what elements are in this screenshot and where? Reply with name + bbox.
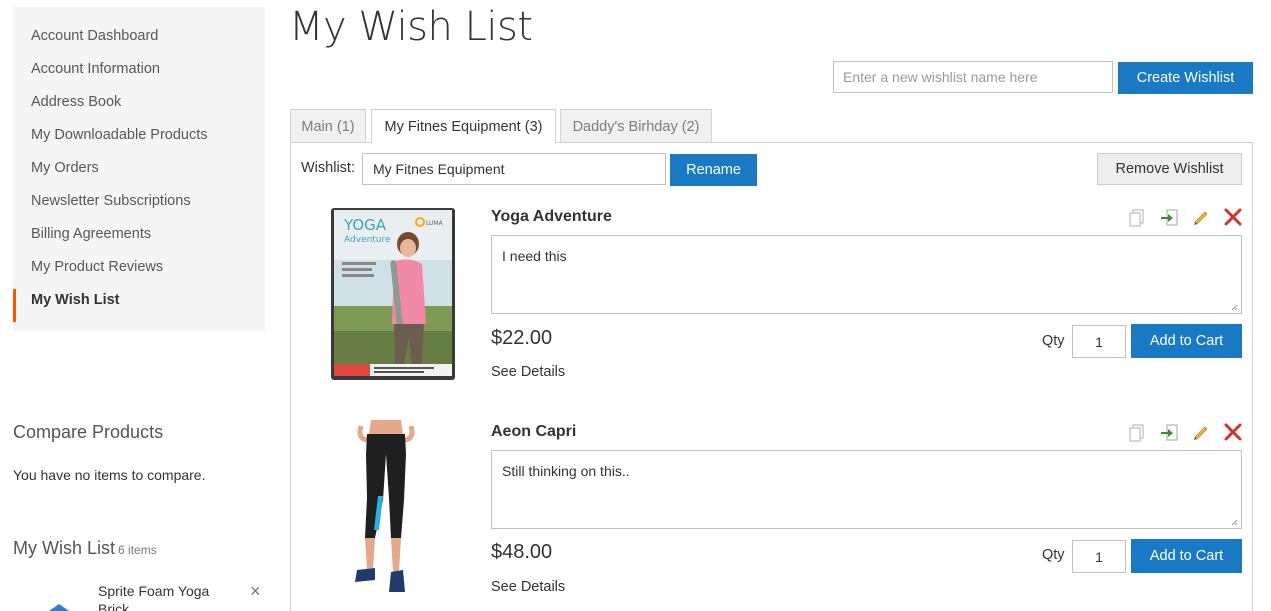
sidebar-wishlist-title: My Wish List 6 items [13,538,157,559]
nav-downloadable-products[interactable]: My Downloadable Products [13,124,265,157]
nav-address-book[interactable]: Address Book [13,91,265,124]
tab-daddys-birhday[interactable]: Daddy's Birhday (2) [560,109,712,143]
sidebar-wishlist-item-image[interactable] [34,600,84,611]
edit-icon[interactable] [1191,207,1211,227]
resize-grip-icon[interactable] [1230,303,1238,311]
nav-account-information[interactable]: Account Information [13,58,265,91]
nav-my-wish-list[interactable]: My Wish List [13,289,265,322]
wishlist-label: Wishlist: [301,160,355,176]
product-comment-textarea[interactable]: I need this [491,235,1242,314]
product-image-brand: LUMA [426,220,444,227]
move-icon[interactable] [1159,422,1179,442]
product-image-subtitle: Adventure [344,235,391,245]
add-to-cart-button[interactable]: Add to Cart [1131,324,1242,358]
nav-billing-agreements[interactable]: Billing Agreements [13,223,265,256]
remove-icon[interactable] [1223,422,1243,442]
qty-label: Qty [1042,333,1065,349]
tab-my-fitnes-equipment[interactable]: My Fitnes Equipment (3) [371,109,556,144]
product-name[interactable]: Aeon Capri [491,423,576,441]
copy-icon[interactable] [1127,422,1147,442]
compare-empty-message: You have no items to compare. [13,467,206,483]
nav-account-dashboard[interactable]: Account Dashboard [13,25,265,58]
product-price: $22.00 [491,327,553,349]
product-image-title: YOGA [343,216,387,234]
account-nav: Account Dashboard Account Information Ad… [13,7,265,331]
nav-my-orders[interactable]: My Orders [13,157,265,190]
product-comment-textarea[interactable]: Still thinking on this.. [491,450,1242,529]
qty-label: Qty [1042,547,1065,563]
qty-input[interactable] [1072,325,1126,358]
add-to-cart-button[interactable]: Add to Cart [1131,539,1242,573]
sidebar-wishlist-title-text: My Wish List [13,538,116,558]
edit-icon[interactable] [1191,422,1211,442]
compare-products-title: Compare Products [13,422,164,442]
product-price: $48.00 [491,541,553,563]
copy-icon[interactable] [1127,207,1147,227]
resize-grip-icon[interactable] [1230,518,1238,526]
product-image-yoga-adventure[interactable]: YOGA Adventure LUMA [328,206,456,381]
page-title: My Wish List [289,4,533,50]
close-icon[interactable]: × [250,582,264,600]
see-details-link[interactable]: See Details [491,579,565,595]
remove-icon[interactable] [1223,207,1243,227]
sidebar-wishlist-count: 6 items [118,543,157,557]
remove-wishlist-button[interactable]: Remove Wishlist [1097,153,1242,185]
product-name[interactable]: Yoga Adventure [491,208,612,226]
nav-product-reviews[interactable]: My Product Reviews [13,256,265,289]
wishlist-name-input[interactable] [362,153,666,185]
nav-newsletter-subscriptions[interactable]: Newsletter Subscriptions [13,190,265,223]
create-wishlist-button[interactable]: Create Wishlist [1118,62,1253,94]
product-image-aeon-capri[interactable] [343,420,433,600]
new-wishlist-name-input[interactable] [833,61,1113,93]
move-icon[interactable] [1159,207,1179,227]
sidebar-wishlist-item-name[interactable]: Sprite Foam Yoga Brick [98,582,228,611]
see-details-link[interactable]: See Details [491,364,565,380]
rename-button[interactable]: Rename [670,154,757,186]
qty-input[interactable] [1072,540,1126,573]
tab-main[interactable]: Main (1) [290,109,366,143]
